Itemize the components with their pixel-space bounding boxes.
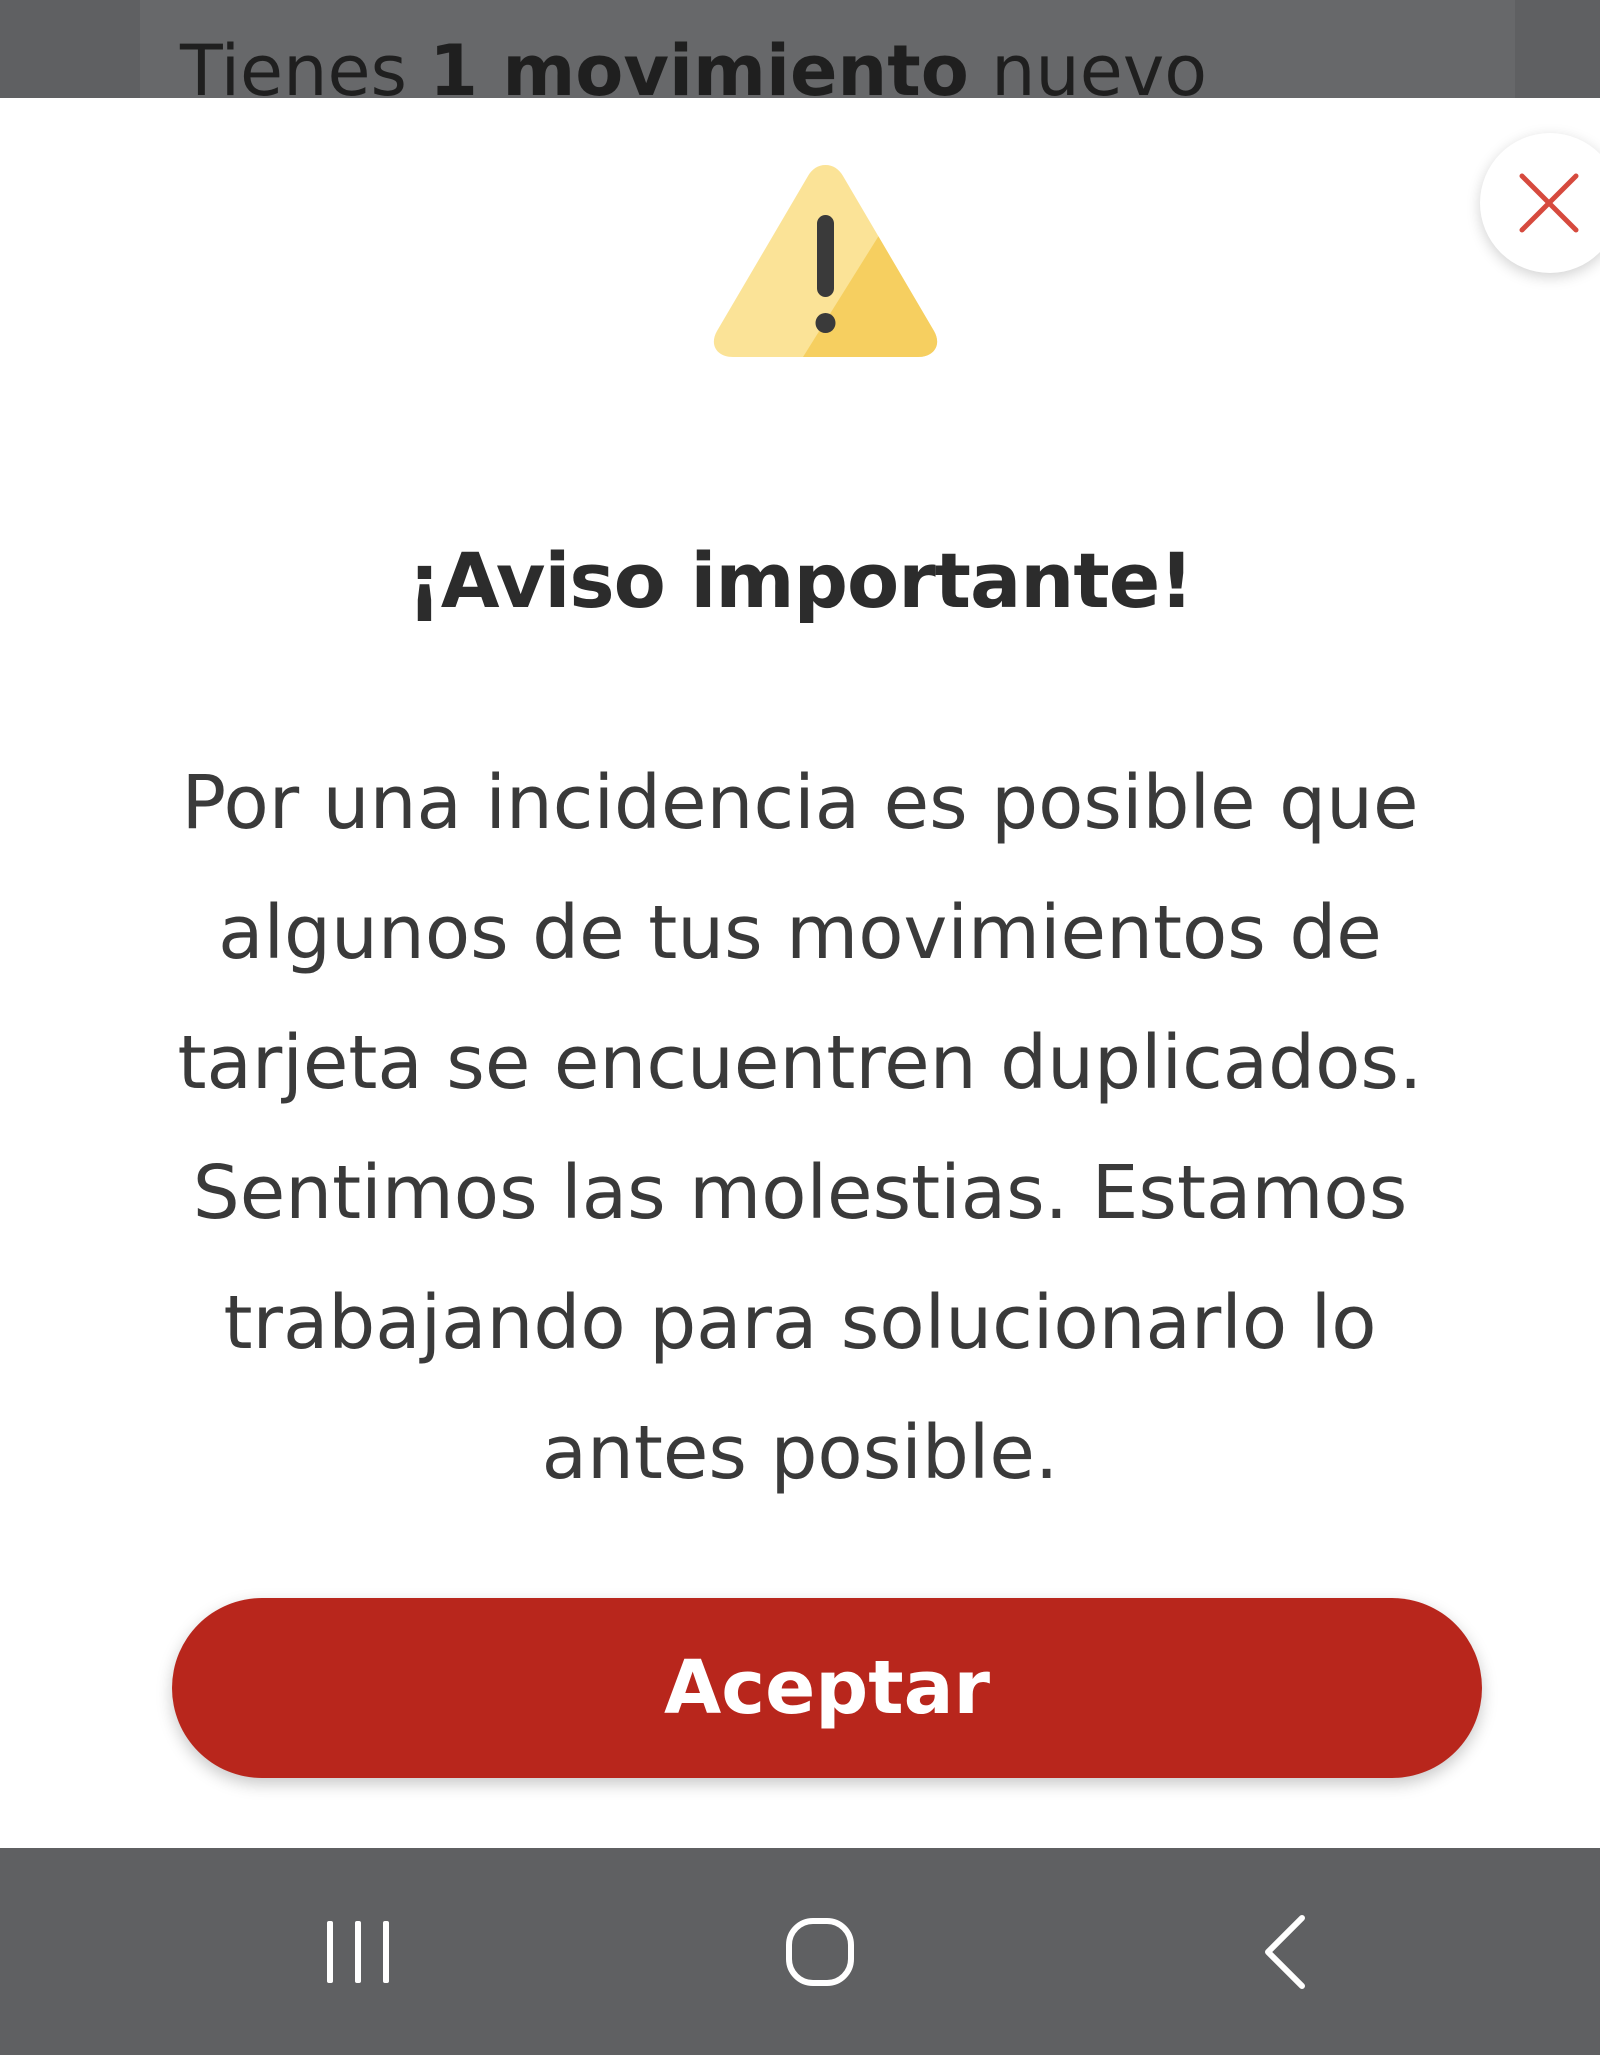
home-button[interactable] — [710, 1848, 930, 2055]
recents-icon — [327, 1920, 389, 1983]
close-button[interactable] — [1480, 133, 1600, 273]
accept-button[interactable]: Aceptar — [172, 1598, 1482, 1778]
background-app: Tienes 1 movimiento nuevo — [0, 0, 1600, 100]
modal-title: ¡Aviso importante! — [407, 536, 1194, 625]
modal-message: Por una incidencia es posible que alguno… — [177, 760, 1423, 1496]
background-notice-card: Tienes 1 movimiento nuevo — [140, 0, 1515, 100]
close-icon — [1519, 173, 1579, 233]
back-icon — [1265, 1914, 1305, 1989]
system-navigation-bar — [0, 1848, 1600, 2055]
background-notice-text: Tienes 1 movimiento nuevo — [180, 30, 1208, 100]
recents-button[interactable] — [248, 1848, 468, 2055]
warning-modal: ¡Aviso importante! Por una incidencia es… — [0, 98, 1600, 1848]
warning-triangle-icon — [713, 165, 938, 357]
back-button[interactable] — [1175, 1848, 1395, 2055]
screen: Tienes 1 movimiento nuevo ¡Aviso importa… — [0, 0, 1600, 2055]
home-icon — [786, 1917, 854, 1986]
